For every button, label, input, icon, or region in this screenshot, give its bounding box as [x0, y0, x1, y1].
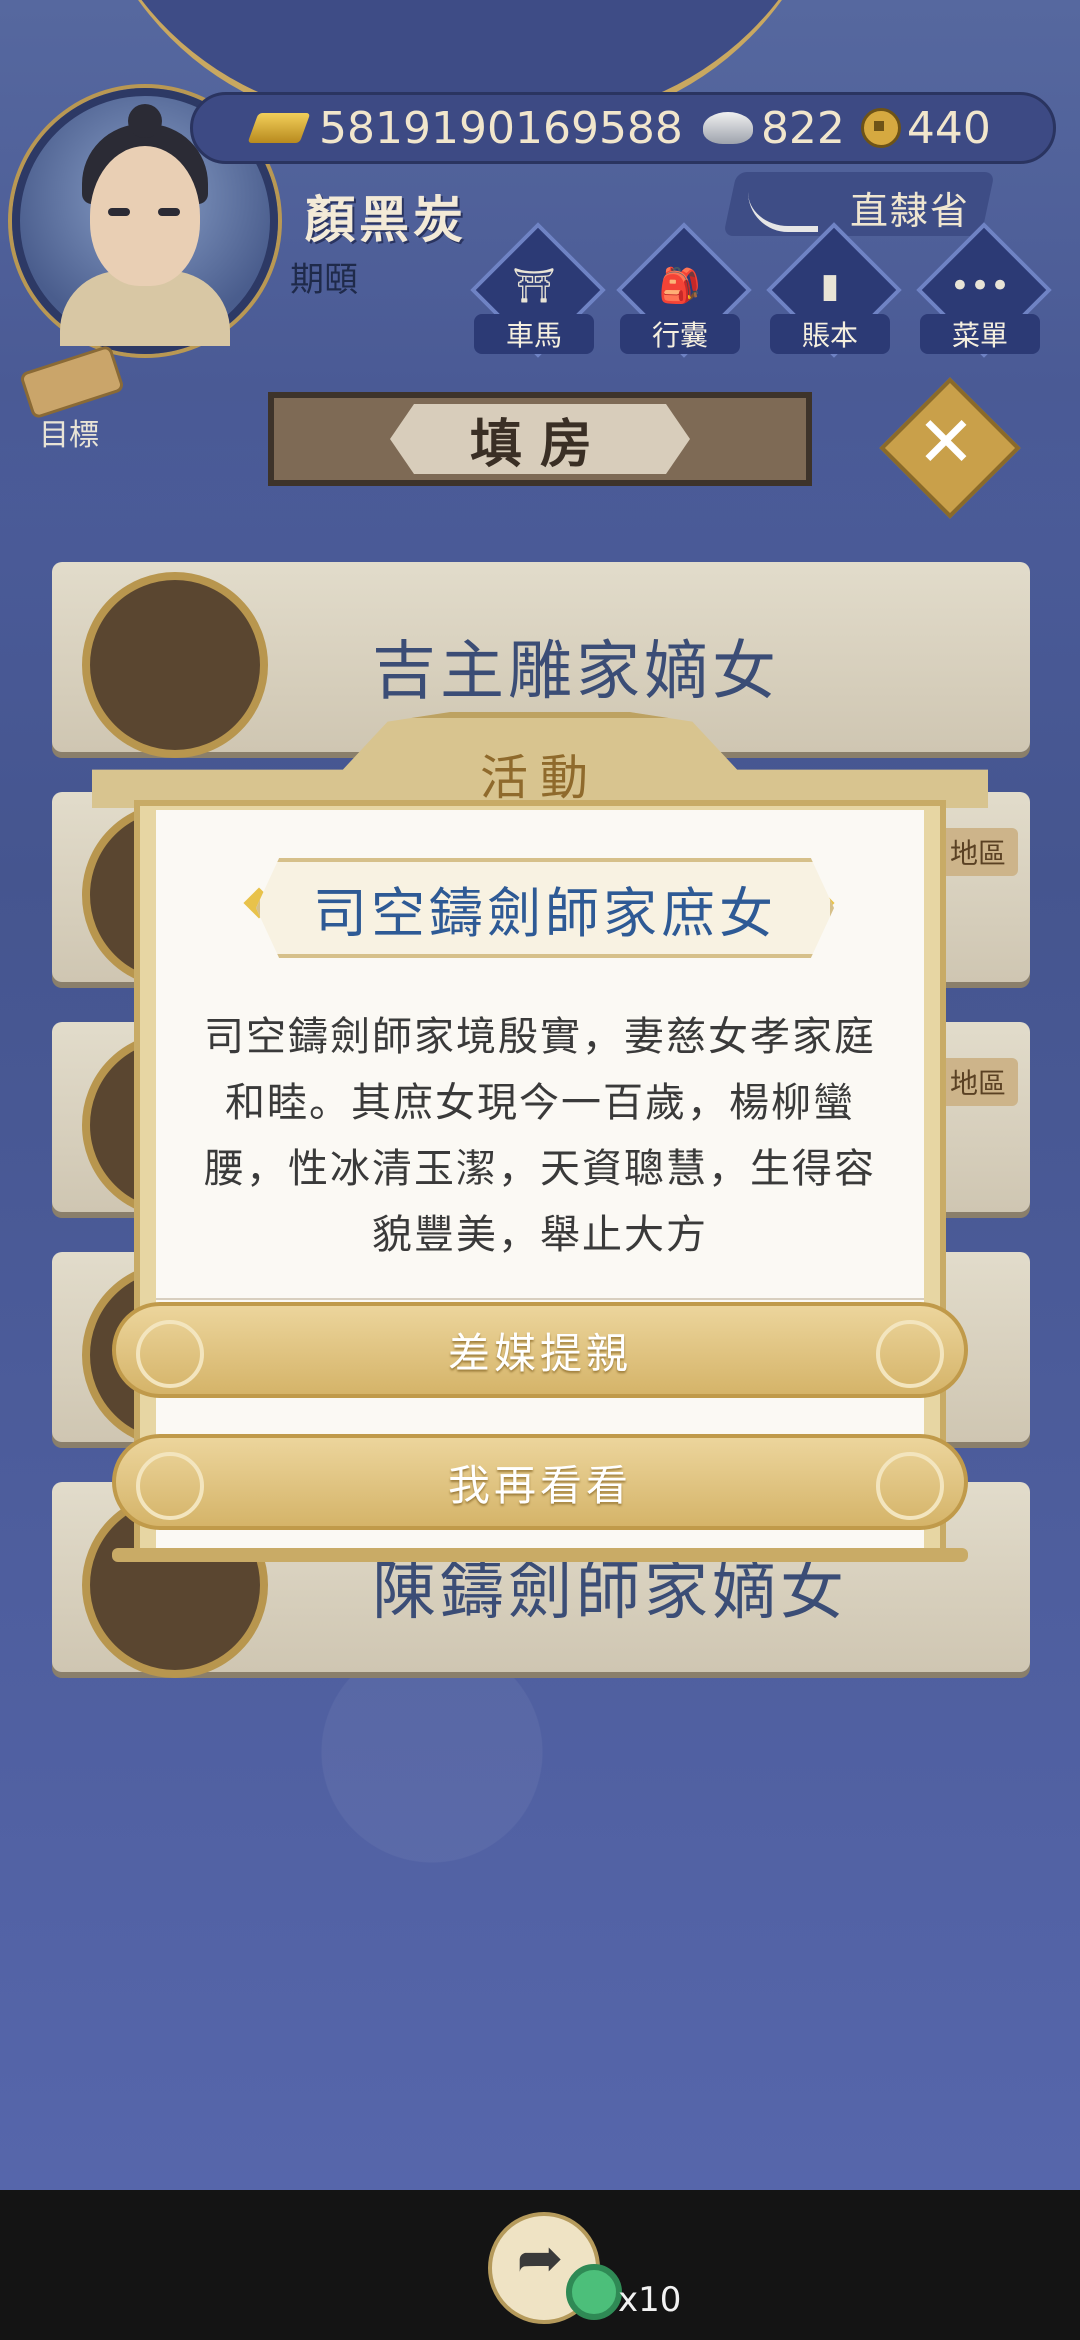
- close-icon[interactable]: ✕: [904, 400, 988, 484]
- cloud-ornament-icon: [136, 1320, 204, 1388]
- player-name: 顏黑炭: [305, 191, 467, 249]
- jade-coin-icon: [566, 2264, 622, 2320]
- gold-amount: 5819190169588: [319, 102, 683, 154]
- share-reward-count: x10: [618, 2280, 682, 2320]
- bag-icon: 🎒: [658, 266, 702, 306]
- coin-amount: 440: [906, 102, 991, 154]
- propose-button[interactable]: 差媒提親: [112, 1302, 968, 1398]
- cloud-ornament-icon: [876, 1320, 944, 1388]
- silver-amount: 822: [760, 102, 845, 154]
- candidate-avatar: [82, 572, 268, 758]
- silver-ingot-icon: [702, 112, 753, 144]
- modal-footer-trim: [112, 1548, 968, 1562]
- more-icon: •••: [949, 266, 1011, 306]
- menu-bag-button[interactable]: 🎒 行囊: [616, 222, 752, 358]
- decline-button[interactable]: 我再看看: [112, 1434, 968, 1530]
- screen-title: 填房: [390, 404, 690, 474]
- cloud-ornament-icon: [876, 1452, 944, 1520]
- divider: [156, 1298, 924, 1300]
- cloud-ornament-icon: [136, 1452, 204, 1520]
- candidate-title: 司空鑄劍師家庶女: [256, 858, 834, 958]
- modal-header-label: 活動: [479, 750, 600, 806]
- scroll-icon: [18, 344, 126, 420]
- carriage-icon: ⛩: [512, 266, 556, 306]
- menu-ledger-button[interactable]: ▮ 賬本: [766, 222, 902, 358]
- region-tag: 地區: [937, 828, 1018, 876]
- candidate-name: 吉主雕家嫡女: [372, 635, 780, 709]
- menu-more-button[interactable]: ••• 菜單: [916, 222, 1052, 358]
- copper-coin-icon: [860, 108, 901, 148]
- menu-carriage-button[interactable]: ⛩ 車馬: [470, 222, 606, 358]
- player-title: 期頤: [290, 260, 358, 300]
- screen-title-banner: 填房: [268, 392, 812, 486]
- candidate-description: 司空鑄劍師家境殷實，妻慈女孝家庭和睦。其庶女現今一百歲，楊柳蠻腰，性冰清玉潔，天…: [204, 1014, 876, 1258]
- ledger-icon: ▮: [820, 266, 840, 306]
- gold-ingot-icon: [247, 113, 311, 143]
- region-tag: 地區: [937, 1058, 1018, 1106]
- region-label: 直隸省: [850, 189, 971, 233]
- currency-bar: 5819190169588 822 440: [190, 92, 1056, 164]
- goal-button[interactable]: 目標: [14, 344, 126, 453]
